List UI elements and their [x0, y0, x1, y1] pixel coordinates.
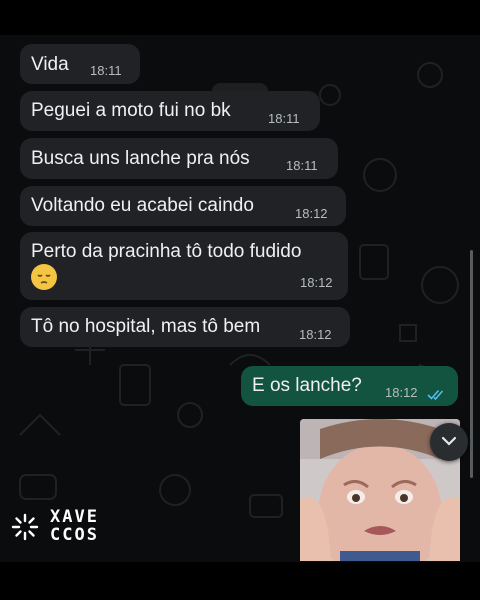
double-check-icon [427, 385, 447, 407]
message-bubble[interactable]: Vida 18:11 [20, 44, 140, 84]
message-text: Peguei a moto fui no bk [31, 100, 231, 121]
message-time: 18:12 [300, 275, 333, 290]
message-text: Perto da pracinha tô todo fudido [31, 241, 302, 262]
message-text: Busca uns lanche pra nós [31, 148, 250, 169]
message-bubble[interactable]: Tô no hospital, mas tô bem 18:12 [20, 307, 350, 347]
message-bubble[interactable]: Voltando eu acabei caindo 18:12 [20, 186, 346, 226]
burst-logo-icon [10, 512, 40, 547]
message-bubble[interactable]: Busca uns lanche pra nós 18:11 [20, 138, 338, 179]
message-time: 18:11 [90, 63, 122, 78]
message-text: Voltando eu acabei caindo [31, 195, 254, 216]
message-time: 18:12 [299, 327, 332, 342]
message-bubble[interactable]: Perto da pracinha tô todo fudido 18:12 [20, 232, 348, 300]
message-bubble[interactable]: Peguei a moto fui no bk 18:11 [20, 91, 320, 131]
watermark-line-2: CCOS [50, 525, 99, 545]
watermark-line-1: XAVE [50, 507, 99, 527]
message-time: 18:11 [286, 158, 318, 173]
message-time: 18:12 [295, 206, 328, 221]
message-text: Vida [31, 54, 69, 75]
message-bubble-outgoing[interactable]: E os lanche? 18:12 [241, 366, 458, 406]
message-text: E os lanche? [252, 375, 362, 396]
message-time: 18:12 [385, 385, 418, 400]
pensive-face-emoji [31, 264, 57, 290]
message-text: Tô no hospital, mas tô bem [31, 316, 261, 337]
scroll-to-bottom-button[interactable] [430, 423, 468, 461]
watermark-text: XAVE CCOS [50, 508, 99, 544]
message-time: 18:11 [268, 111, 300, 126]
chat-scrollbar[interactable] [470, 250, 473, 478]
chevron-down-icon [441, 433, 457, 451]
